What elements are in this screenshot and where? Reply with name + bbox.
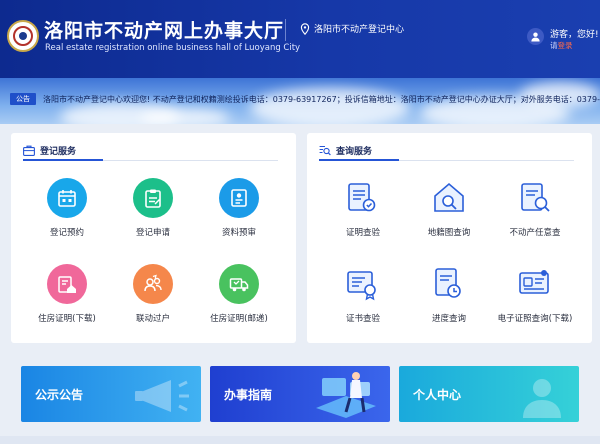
query-panel: 查询服务 证明查验 地籍图查询 不动产任意查 证书查验 进度查询 电子证照查询(… xyxy=(307,133,592,343)
query-item-property-search[interactable]: 不动产任意查 xyxy=(490,178,580,238)
card-personal-center[interactable]: 个人中心 xyxy=(399,366,579,422)
service-label: 住房证明(下载) xyxy=(38,314,96,324)
query-header: 查询服务 xyxy=(319,144,372,157)
certificate-seal-icon xyxy=(343,264,383,304)
query-item-progress[interactable]: 进度查询 xyxy=(404,264,494,324)
query-title: 查询服务 xyxy=(336,147,373,157)
delivery-truck-icon xyxy=(219,264,259,304)
document-id-icon xyxy=(219,178,259,218)
site-title: 洛阳市不动产网上办事大厅 xyxy=(44,20,285,42)
service-item-booking[interactable]: 登记预约 xyxy=(22,178,112,238)
query-underline xyxy=(319,159,399,161)
query-item-cadastral-map[interactable]: 地籍图查询 xyxy=(404,178,494,238)
service-label: 联动过户 xyxy=(135,314,170,324)
house-search-icon xyxy=(429,178,469,218)
login-prefix: 请 xyxy=(550,41,558,50)
query-label: 证书查验 xyxy=(345,314,380,324)
site-header: 洛阳市不动产网上办事大厅 Real estate registration on… xyxy=(0,0,600,78)
query-label: 电子证照查询(下载) xyxy=(497,314,573,324)
location-pin-icon xyxy=(300,22,310,35)
location-label: 洛阳市不动产登记中心 xyxy=(314,25,405,35)
service-item-housing-proof-mail[interactable]: 住房证明(邮递) xyxy=(194,264,284,324)
footer-strip xyxy=(0,436,600,444)
query-label: 证明查验 xyxy=(345,228,380,238)
service-label: 登记申请 xyxy=(135,228,170,238)
service-item-application[interactable]: 登记申请 xyxy=(108,178,198,238)
property-search-icon xyxy=(515,178,555,218)
card-personal-center-label: 个人中心 xyxy=(413,388,462,402)
registration-panel: 登记服务 登记预约 登记申请 资料预审 住房证明(下载) 联动过户 住房证明(邮… xyxy=(11,133,296,343)
certificate-check-icon xyxy=(343,178,383,218)
luoyang-logo-icon xyxy=(7,20,39,52)
card-announcements[interactable]: 公示公告 xyxy=(21,366,201,422)
house-certificate-icon xyxy=(47,264,87,304)
notice-ticker[interactable]: 洛阳市不动产登记中心欢迎您! 不动产登记和权籍测绘投诉电话：0379-63917… xyxy=(43,94,600,105)
service-item-pre-review[interactable]: 资料预审 xyxy=(194,178,284,238)
progress-clock-icon xyxy=(429,264,469,304)
login-link[interactable]: 登录 xyxy=(558,41,573,50)
service-item-housing-proof-download[interactable]: 住房证明(下载) xyxy=(22,264,112,324)
registration-header: 登记服务 xyxy=(23,144,76,157)
query-item-proof-check[interactable]: 证明查验 xyxy=(318,178,408,238)
briefcase-icon xyxy=(23,145,35,156)
notice-tag: 公告 xyxy=(10,93,36,105)
login-prompt: 请登录 xyxy=(550,40,573,51)
service-item-linked-transfer[interactable]: 联动过户 xyxy=(108,264,198,324)
user-avatar[interactable] xyxy=(527,28,544,45)
clipboard-icon xyxy=(133,178,173,218)
query-label: 地籍图查询 xyxy=(427,228,471,238)
site-subtitle: Real estate registration online business… xyxy=(45,43,301,53)
transfer-users-icon xyxy=(133,264,173,304)
query-label: 不动产任意查 xyxy=(509,228,561,238)
guide-person-illustration-icon xyxy=(316,372,376,418)
e-license-icon xyxy=(515,264,555,304)
registration-underline xyxy=(23,159,103,161)
query-item-e-license[interactable]: 电子证照查询(下载) xyxy=(490,264,580,324)
location-selector[interactable]: 洛阳市不动产登记中心 xyxy=(300,22,404,35)
card-service-guide[interactable]: 办事指南 xyxy=(210,366,390,422)
search-list-icon xyxy=(319,145,331,156)
card-service-guide-label: 办事指南 xyxy=(224,388,273,402)
service-label: 登记预约 xyxy=(49,228,84,238)
calendar-icon xyxy=(47,178,87,218)
query-item-certificate-check[interactable]: 证书查验 xyxy=(318,264,408,324)
user-greeting: 游客，您好! xyxy=(550,30,599,40)
person-decoration-icon xyxy=(523,379,561,418)
service-label: 住房证明(邮递) xyxy=(210,314,268,324)
header-divider xyxy=(285,19,286,41)
registration-title: 登记服务 xyxy=(40,147,77,157)
megaphone-decoration-icon xyxy=(135,380,189,412)
user-icon xyxy=(531,32,540,42)
query-label: 进度查询 xyxy=(431,314,466,324)
card-announcements-label: 公示公告 xyxy=(35,388,84,402)
service-label: 资料预审 xyxy=(221,228,256,238)
